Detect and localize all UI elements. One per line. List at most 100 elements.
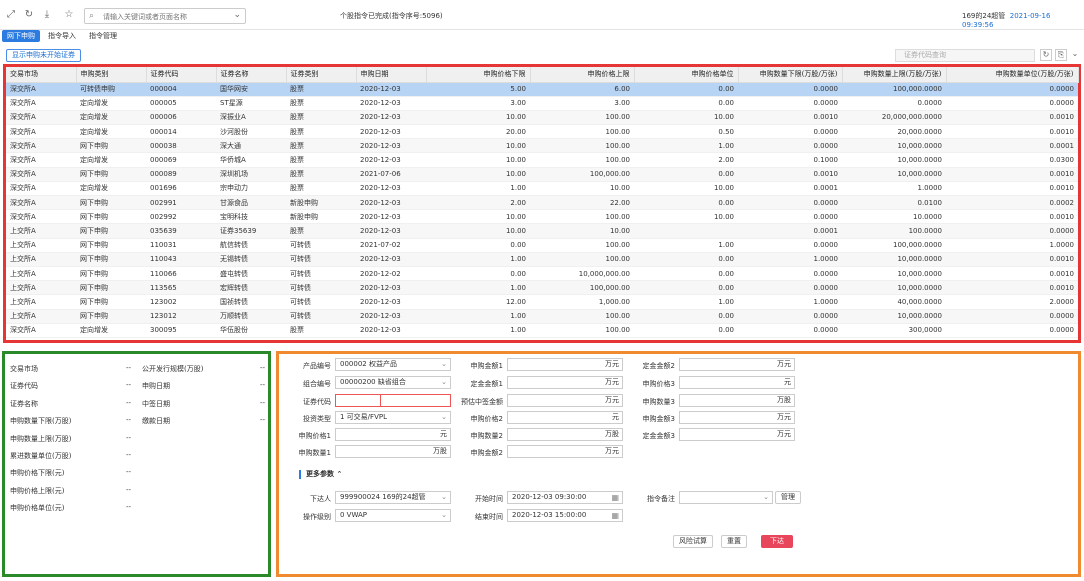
price3-input[interactable]: 元 [679,376,795,389]
table-cell: 0.0010 [738,110,842,126]
deposit3-input[interactable]: 万元 [679,428,795,441]
table-cell: 10,000.0000 [842,266,946,282]
table-row[interactable]: 深交所A 网下申购 000089 深圳机场 股票 2021-07-06 10.00 100,0… [6,167,1078,182]
table-row[interactable]: 上交所A 网下申购 110066 盛屯转债 可转债 2020-12-02 0.00 10,00… [6,266,1078,282]
column-header[interactable]: 交易市场 [6,67,77,83]
qty2-input[interactable]: 万股 [507,428,623,441]
column-header[interactable]: 申购价格上限 [530,67,635,83]
manage-button[interactable]: 管理 [775,491,801,504]
note-label: 指令备注 [647,495,675,503]
table-cell: 0.0010 [946,252,1078,267]
search-input[interactable] [103,11,223,22]
more-params-toggle[interactable]: 更多参数 ⌃ [299,470,342,479]
table-row[interactable]: 深交所A 网下申购 002992 宝明科技 新股申购 2020-12-03 10.00 100… [6,209,1078,225]
column-header[interactable]: 申购类别 [76,67,147,83]
table-cell: 110031 [146,238,216,253]
tab-offline-subscription[interactable]: 网下申购 [2,30,40,42]
qty1-input[interactable]: 万股 [335,445,451,458]
column-header[interactable]: 申购日期 [356,67,427,83]
code-input[interactable] [335,394,381,407]
table-row[interactable]: 深交所A 网下申购 002991 甘源食品 新股申购 2020-12-03 2.00 22.0… [6,195,1078,211]
amount3-input[interactable]: 万元 [679,411,795,424]
table-cell: 123002 [146,294,216,310]
amount1-input[interactable]: 万元 [507,358,623,371]
table-cell: 网下申购 [76,195,146,211]
tab-instruction-import[interactable]: 指令导入 [43,30,81,42]
detail-label: 累进数量单位(万股) [10,452,72,460]
table-row[interactable]: 深交所A 定向增发 000069 华侨城A 股票 2020-12-03 10.00 100.0… [6,152,1078,168]
refresh-icon[interactable]: ↻ [23,9,35,21]
end-time-input[interactable]: 2020-12-03 15:00:00 ▦ [507,509,623,522]
table-row[interactable]: 深交所A 定向增发 300095 华伍股份 股票 2020-12-03 1.00 100.00… [6,323,1078,338]
chevron-down-icon[interactable]: ⌄ [1069,49,1081,61]
table-cell: 10.00 [530,181,634,197]
table-row[interactable]: 上交所A 网下申购 035639 证券35639 股票 2020-12-03 10.00 10… [6,223,1078,239]
column-header[interactable]: 申购价格下限 [426,67,531,83]
deposit3-unit: 万元 [777,430,791,438]
invest-type-select[interactable]: 1 可交易/FVPL ⌄ [335,411,451,424]
level-select[interactable]: 0 VWAP ⌄ [335,509,451,522]
amount2-input[interactable]: 万元 [507,445,623,458]
column-header[interactable]: 申购数量上限(万股/万张) [842,67,947,83]
calendar-icon[interactable]: ▦ [611,492,619,503]
column-header[interactable]: 申购数量下限(万股/万张) [738,67,843,83]
table-row[interactable]: 上交所A 网下申购 123002 国祯转债 可转债 2020-12-03 12.00 1,00… [6,294,1078,310]
column-header[interactable]: 申购数量单位(万股/万张) [946,67,1079,83]
deposit2-unit: 万元 [777,360,791,368]
column-header[interactable]: 证券名称 [216,67,287,83]
table-cell: 0.0000 [738,138,842,154]
calendar-icon[interactable]: ▦ [611,510,619,521]
table-cell: 0.00 [426,238,530,253]
table-cell: 110066 [146,266,216,282]
table-row[interactable]: 上交所A 网下申购 110031 航信转债 可转债 2021-07-02 0.00 100.0… [6,238,1078,253]
table-cell: 0.0010 [946,167,1078,182]
export-icon[interactable]: ⎘ [1055,49,1067,61]
table-row[interactable]: 深交所A 定向增发 000006 深振业A 股票 2020-12-03 10.00 100.0… [6,110,1078,126]
price2-input[interactable]: 元 [507,411,623,424]
table-cell: 0.0000 [738,96,842,111]
portfolio-select[interactable]: 00000200 缺省组合 ⌄ [335,376,451,389]
search-box[interactable]: ⌕ ⌄ [84,8,246,24]
table-cell: 2.00 [634,152,738,168]
table-cell: 股票 [286,223,356,239]
est-lot-unit: 万元 [605,396,619,404]
detail-label: 证券代码 [10,382,38,391]
reset-button[interactable]: 重置 [721,535,747,548]
table-row[interactable]: 深交所A 定向增发 000005 ST星源 股票 2020-12-03 3.00 3.00 0.… [6,96,1078,111]
table-row[interactable]: 上交所A 网下申购 113565 宏辉转债 可转债 2020-12-03 1.00 100,0… [6,280,1078,296]
resize-icon[interactable]: ⤢ [5,9,17,21]
deposit2-input[interactable]: 万元 [679,358,795,371]
table-cell: 000005 [146,96,216,111]
column-header[interactable]: 证券代码 [146,67,217,83]
table-cell: 1.00 [426,309,530,324]
chevron-down-icon[interactable]: ⌄ [233,10,241,20]
column-header[interactable]: 证券类别 [286,67,357,83]
code-name-input[interactable] [380,394,451,407]
table-row[interactable]: 上交所A 网下申购 110043 无锡转债 可转债 2020-12-03 1.00 100.0… [6,252,1078,267]
table-row[interactable]: 深交所A 网下申购 000038 深大通 股票 2020-12-03 10.00 100.00… [6,138,1078,154]
qty3-input[interactable]: 万股 [679,394,795,407]
table-cell: 0.00 [634,195,738,211]
note-select[interactable]: ⌄ [679,491,773,504]
start-time-input[interactable]: 2020-12-03 09:30:00 ▦ [507,491,623,504]
deposit1-input[interactable]: 万元 [507,376,623,389]
table-row[interactable]: 深交所A 可转债申购 000004 国华网安 股票 2020-12-03 5.00 6.00 0… [6,82,1078,97]
product-select[interactable]: 000002 权益产品 ⌄ [335,358,451,371]
table-cell: 0.0000 [738,266,842,282]
tab-instruction-manage[interactable]: 指令管理 [84,30,122,42]
column-header[interactable]: 申购价格单位 [634,67,739,83]
refresh-icon[interactable]: ↻ [1040,49,1052,61]
code-query-input[interactable]: 证券代码查询 [895,49,1035,62]
risk-trial-button[interactable]: 风险试算 [673,535,713,548]
est-lot-input[interactable]: 万元 [507,394,623,407]
price1-input[interactable]: 元 [335,428,451,441]
table-row[interactable]: 深交所A 定向增发 001696 宗申动力 股票 2020-12-03 1.00 10.00 1… [6,181,1078,197]
show-unstarted-button[interactable]: 显示申购未开始证券 [6,49,81,62]
table-row[interactable]: 深交所A 定向增发 000014 沙河股份 股票 2020-12-03 20.00 100.0… [6,124,1078,140]
submit-button[interactable]: 下达 [761,535,793,548]
table-row[interactable]: 上交所A 网下申购 123012 万顺转债 可转债 2020-12-03 1.00 100.0… [6,309,1078,324]
star-icon[interactable]: ☆ [63,9,75,21]
level-value: 0 VWAP [340,511,368,519]
issuer-select[interactable]: 999900024 169的24超管 ⌄ [335,491,451,504]
download-icon[interactable]: ⤓ [41,9,53,21]
